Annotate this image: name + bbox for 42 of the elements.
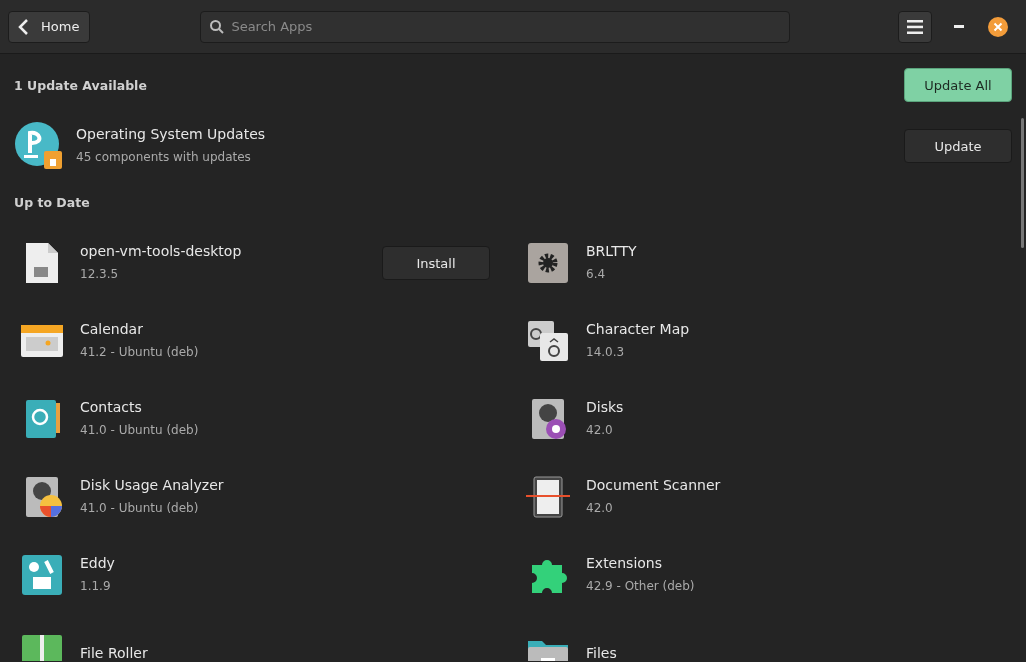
chevron-left-icon	[17, 17, 29, 36]
system-update-icon	[14, 121, 64, 171]
character-map-icon	[526, 319, 570, 363]
app-version: 42.9 - Other (deb)	[586, 578, 696, 595]
menu-button[interactable]	[898, 10, 933, 43]
minimize-icon[interactable]	[954, 25, 965, 28]
search-field[interactable]: Search Apps	[200, 10, 791, 43]
app-version: 12.3.5	[80, 266, 120, 283]
app-name: open-vm-tools-desktop	[80, 242, 243, 261]
app-name: Extensions	[586, 554, 664, 573]
app-name: Disks	[586, 398, 625, 417]
app-version: 41.2 - Ubuntu (deb)	[80, 344, 200, 361]
install-button[interactable]: Install	[382, 246, 490, 280]
app-version: 1.1.9	[80, 578, 112, 595]
scanner-icon	[526, 475, 570, 519]
app-name: Files	[586, 644, 618, 661]
app-name: Operating System Updates	[76, 125, 267, 144]
back-button[interactable]: Home	[8, 10, 91, 43]
app-name: Calendar	[80, 320, 144, 339]
app-version: 42.0	[586, 422, 614, 439]
section-title: Up to Date	[14, 194, 90, 210]
app-version: 41.0 - Ubuntu (deb)	[80, 422, 200, 439]
app-name: Document Scanner	[586, 476, 722, 495]
app-name: Disk Usage Analyzer	[80, 476, 225, 495]
settings-box-icon	[20, 553, 64, 597]
app-version: 14.0.3	[586, 344, 626, 361]
app-name: BRLTTY	[586, 242, 638, 261]
section-title: 1 Update Available	[14, 77, 147, 93]
app-name: Contacts	[80, 398, 143, 417]
update-detail: 45 components with updates	[76, 149, 252, 166]
app-name: Character Map	[586, 320, 691, 339]
app-name: File Roller	[80, 644, 149, 661]
update-all-button[interactable]: Update All	[904, 68, 1012, 102]
update-button[interactable]: Update	[904, 129, 1012, 163]
app-version: 41.0 - Ubuntu (deb)	[80, 500, 200, 517]
menu-icon	[907, 19, 924, 34]
app-version: 6.4	[586, 266, 607, 283]
app-version: 42.0	[586, 500, 614, 517]
gear-icon	[526, 241, 570, 285]
close-icon[interactable]	[988, 16, 1009, 37]
app-name: Eddy	[80, 554, 116, 573]
scrollbar[interactable]	[1021, 118, 1024, 248]
